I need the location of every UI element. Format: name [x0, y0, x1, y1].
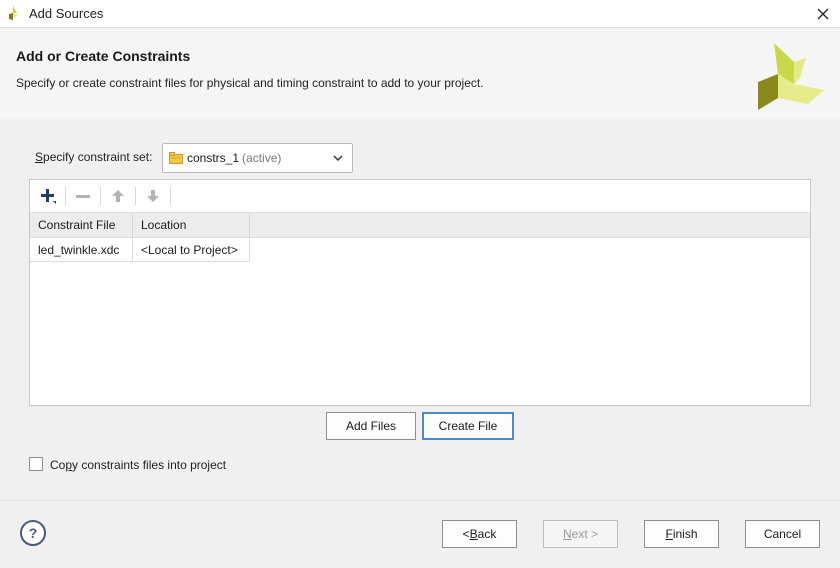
page-description: Specify or create constraint files for p… [16, 76, 484, 90]
folder-icon [169, 152, 183, 164]
vivado-logo-icon [9, 6, 18, 20]
next-button[interactable]: Next > [543, 520, 618, 548]
back-button[interactable]: < Back [442, 520, 517, 548]
table-row[interactable]: led_twinkle.xdc <Local to Project> [30, 238, 810, 262]
window-title: Add Sources [29, 6, 104, 21]
table-header: Constraint File Location [30, 213, 810, 238]
copy-constraints-label: Copy constraints files into project [50, 458, 227, 472]
close-button[interactable] [812, 3, 834, 25]
move-up-button[interactable] [107, 185, 129, 207]
toolbar-separator [100, 187, 101, 205]
constraint-files-panel: Constraint File Location led_twinkle.xdc… [29, 179, 811, 406]
help-button[interactable]: ? [20, 520, 46, 546]
cancel-button[interactable]: Cancel [745, 520, 820, 548]
wizard-header: Add or Create Constraints Specify or cre… [0, 29, 840, 119]
minus-icon [76, 195, 90, 198]
chevron-down-icon [333, 155, 343, 162]
cell-constraint-file[interactable]: led_twinkle.xdc [30, 238, 133, 262]
column-header-location[interactable]: Location [133, 213, 250, 238]
plus-icon [41, 189, 56, 204]
toolbar-separator [135, 187, 136, 205]
arrow-up-icon [112, 190, 124, 202]
close-icon [817, 8, 829, 20]
constraint-set-select[interactable]: constrs_1 (active) [162, 143, 353, 173]
file-toolbar [30, 180, 810, 213]
move-down-button[interactable] [142, 185, 164, 207]
toolbar-separator [65, 187, 66, 205]
title-bar: Add Sources [0, 0, 840, 28]
arrow-down-icon [147, 190, 159, 202]
page-title: Add or Create Constraints [16, 48, 191, 64]
xilinx-logo-icon [758, 43, 824, 110]
finish-button[interactable]: Finish [644, 520, 719, 548]
wizard-footer: ? < Back Next > Finish Cancel [0, 500, 840, 568]
wizard-body: Specify constraint set: constrs_1 (activ… [0, 119, 840, 500]
add-file-button[interactable] [37, 185, 59, 207]
create-file-button[interactable]: Create File [422, 412, 514, 440]
constraint-set-value: constrs_1 [187, 151, 240, 165]
constraint-set-label: Specify constraint set: [35, 150, 153, 164]
cell-location[interactable]: <Local to Project> [133, 238, 250, 262]
copy-constraints-checkbox[interactable] [29, 457, 43, 471]
add-files-button[interactable]: Add Files [326, 412, 416, 440]
constraint-files-table: Constraint File Location led_twinkle.xdc… [30, 213, 810, 262]
remove-file-button[interactable] [72, 185, 94, 207]
toolbar-separator [170, 187, 171, 205]
column-header-constraint-file[interactable]: Constraint File [30, 213, 133, 238]
constraint-set-active-tag: (active) [242, 151, 282, 165]
